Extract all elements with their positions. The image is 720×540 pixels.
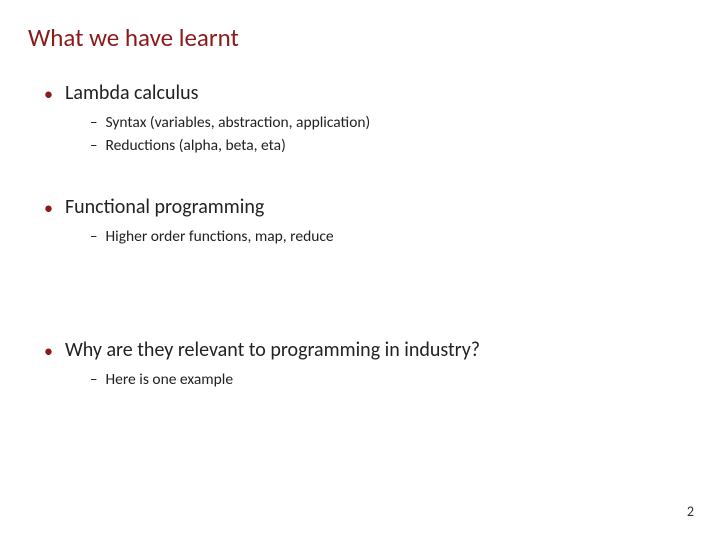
spacer [0,250,720,338]
bullet-text: Higher order functions, map, reduce [105,227,333,246]
bullet-dash-icon: – [90,114,97,132]
bullet-text: Here is one example [105,370,233,389]
bullet-text: Functional programming [65,195,264,219]
bullet-level1: • Lambda calculus [44,81,720,105]
bullet-dot-icon: • [44,199,53,217]
bullet-text: Reductions (alpha, beta, eta) [105,136,285,155]
bullet-level2: – Reductions (alpha, beta, eta) [90,136,720,155]
slide-title: What we have learnt [28,22,720,53]
spacer [0,159,720,195]
page-number: 2 [687,503,694,520]
bullet-level2: – Here is one example [90,370,720,389]
bullet-dash-icon: – [90,371,97,389]
bullet-dash-icon: – [90,228,97,246]
bullet-text: Why are they relevant to programming in … [65,338,480,362]
bullet-level1: • Functional programming [44,195,720,219]
bullet-dot-icon: • [44,85,53,103]
bullet-dash-icon: – [90,137,97,155]
bullet-text: Lambda calculus [65,81,198,105]
bullet-level1: • Why are they relevant to programming i… [44,338,720,362]
bullet-text: Syntax (variables, abstraction, applicat… [105,113,370,132]
bullet-level2: – Syntax (variables, abstraction, applic… [90,113,720,132]
slide: What we have learnt • Lambda calculus – … [0,0,720,540]
bullet-level2: – Higher order functions, map, reduce [90,227,720,246]
bullet-dot-icon: • [44,342,53,360]
